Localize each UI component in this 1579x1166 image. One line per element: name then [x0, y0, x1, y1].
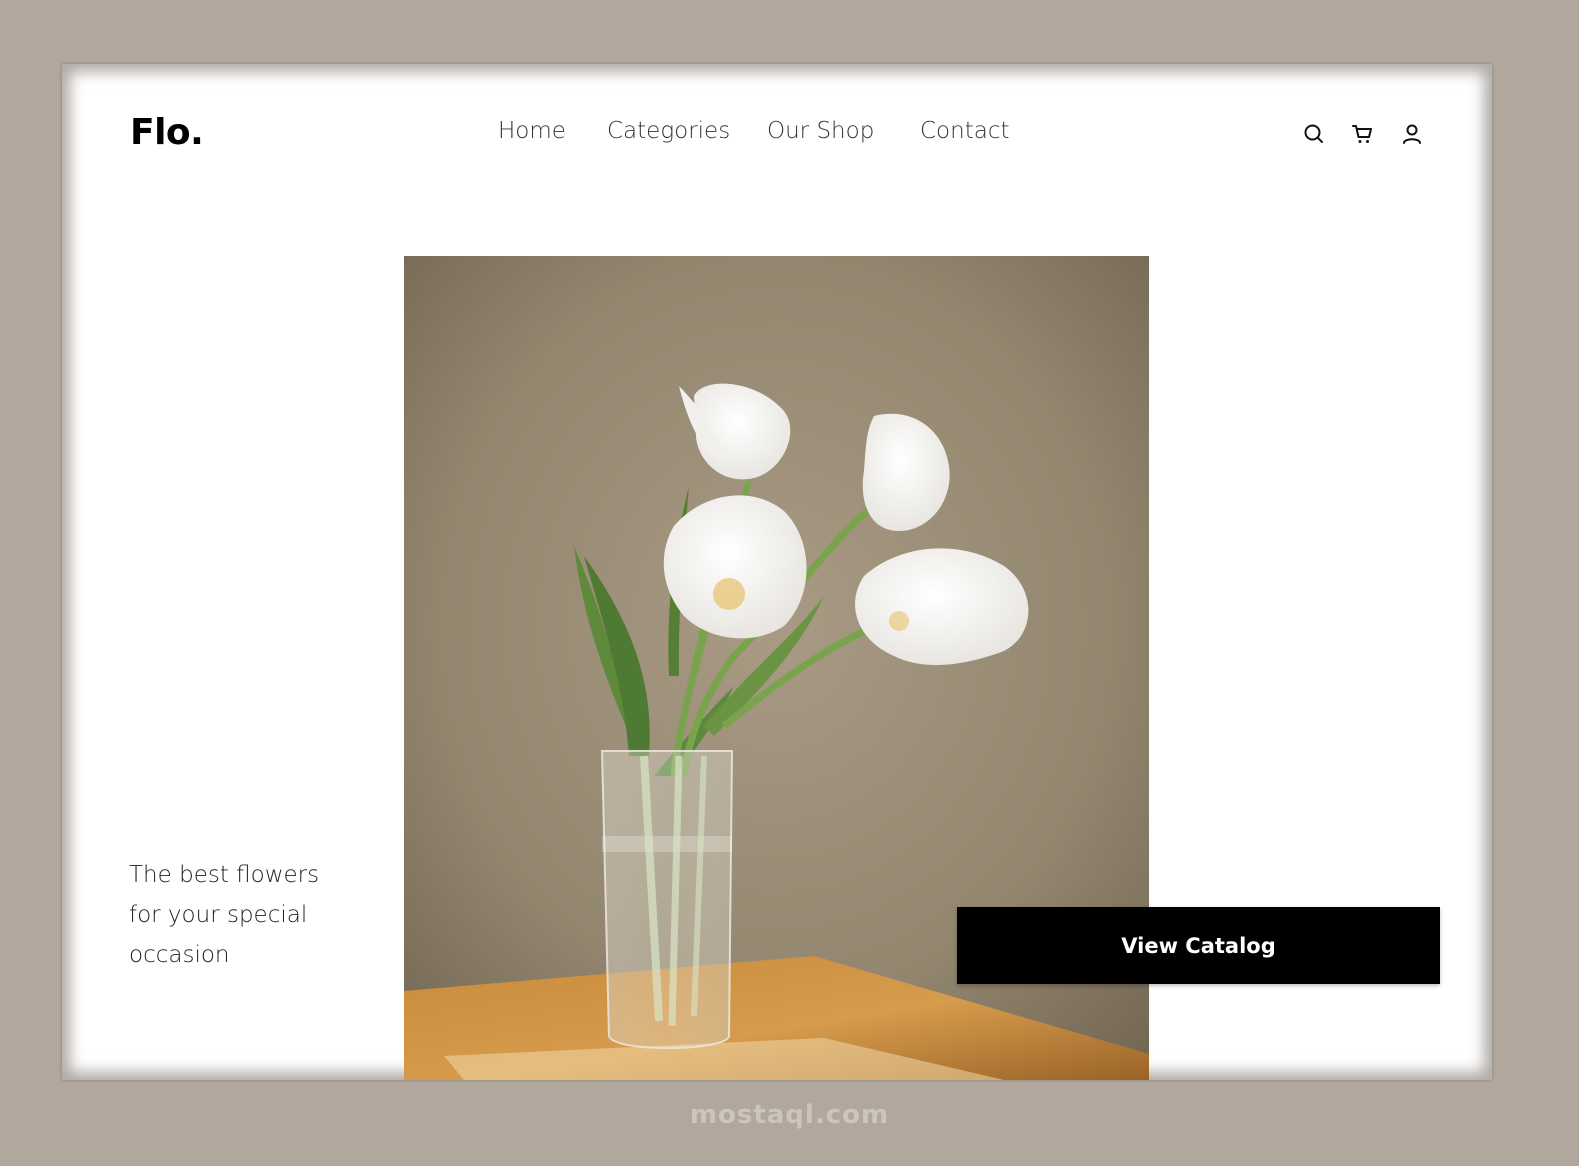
tagline-line-1: The best flowers: [129, 862, 320, 888]
nav-item-categories[interactable]: Categories: [607, 118, 730, 144]
website-frame: Flo. Home Categories Our Shop Contact Th…: [62, 64, 1492, 1080]
watermark-text: mostaql.com: [689, 1100, 890, 1130]
hero-tagline: The best flowers for your special occasi…: [129, 855, 359, 975]
user-icon[interactable]: [1400, 122, 1424, 146]
tagline-line-2: for your special: [129, 902, 308, 928]
cart-icon[interactable]: [1351, 122, 1375, 146]
nav-item-our-shop[interactable]: Our Shop: [767, 118, 874, 144]
header-icons: [1302, 122, 1432, 150]
tagline-line-3: occasion: [129, 942, 230, 968]
brand-logo[interactable]: Flo.: [130, 112, 204, 153]
nav-item-contact[interactable]: Contact: [920, 118, 1009, 144]
nav-item-home[interactable]: Home: [498, 118, 566, 144]
view-catalog-button[interactable]: View Catalog: [957, 907, 1440, 984]
search-icon[interactable]: [1302, 122, 1326, 146]
